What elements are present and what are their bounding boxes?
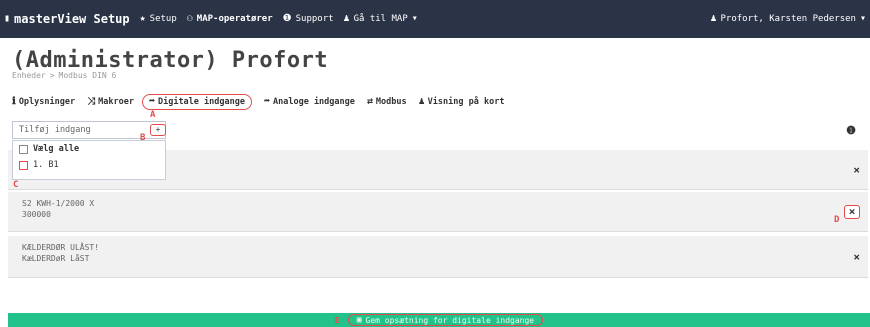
marker-a: A: [150, 110, 156, 120]
arrow-icon: ➦: [148, 96, 155, 107]
help-icon[interactable]: ❶: [846, 124, 856, 137]
remove-icon[interactable]: ×: [853, 163, 860, 176]
tab-visning-paa-kort[interactable]: ♟ Visning på kort: [418, 96, 505, 108]
people-icon: ♟: [418, 96, 425, 107]
breadcrumb: Enheder > Modbus DIN 6: [12, 71, 116, 80]
breadcrumb-item-current: Modbus DIN 6: [58, 71, 117, 80]
list-item: S2 KWH-1/2000 X 300000 ×: [8, 192, 868, 232]
nav-item-map-operators[interactable]: ⚇ MAP-operatører: [186, 13, 273, 25]
remove-icon[interactable]: ×: [853, 250, 860, 263]
brand-label: masterView Setup: [14, 12, 130, 26]
checkbox[interactable]: [19, 144, 28, 154]
nav-item-go-to-map[interactable]: ♟ Gå til MAP ▾: [343, 13, 418, 25]
tab-makroer[interactable]: ⤨ Makroer: [87, 96, 134, 108]
user-name: Profort, Karsten Pedersen: [720, 14, 856, 24]
tab-modbus[interactable]: ⇄ Modbus: [366, 96, 407, 108]
user-menu[interactable]: ♟ Profort, Karsten Pedersen ▾: [710, 0, 866, 38]
save-button[interactable]: ▣ Gem opsætning for digitale indgange: [347, 314, 544, 326]
shuffle-icon: ⤨: [87, 96, 96, 107]
brand-icon: ▮: [4, 13, 11, 24]
marker-e: E: [334, 315, 340, 325]
list-item: KÆLDERDØR ULÅST! KæLDERDøR LåST ×: [8, 236, 868, 278]
user-icon: ♟: [710, 13, 717, 24]
marker-c: C: [13, 180, 19, 190]
breadcrumb-item-devices[interactable]: Enheder: [12, 71, 46, 80]
nav-item-support[interactable]: ❶ Support: [282, 13, 334, 25]
caret-down-icon: ▾: [859, 13, 866, 24]
star-icon: ★: [139, 13, 146, 24]
save-bar: E ▣ Gem opsætning for digitale indgange: [8, 313, 870, 327]
breadcrumb-separator: >: [49, 71, 55, 80]
tab-digitale-indgange[interactable]: ➦ Digitale indgange: [141, 94, 252, 110]
tab-bar: ℹ Oplysninger ⤨ Makroer ➦ Digitale indga…: [12, 92, 516, 112]
page-title: (Administrator) Profort: [12, 48, 329, 73]
group-icon: ⚇: [186, 13, 193, 24]
remove-icon[interactable]: ×: [844, 204, 860, 219]
top-navbar: ▮ masterView Setup ★ Setup ⚇ MAP-operatø…: [0, 0, 870, 38]
exchange-icon: ⇄: [366, 96, 373, 107]
tab-oplysninger[interactable]: ℹ Oplysninger: [12, 96, 75, 108]
info-icon: ❶: [282, 13, 292, 24]
people-icon: ♟: [343, 13, 350, 24]
marker-d: D: [834, 215, 840, 225]
tab-analoge-indgange[interactable]: ➦ Analoge indgange: [263, 96, 355, 108]
save-icon: ▣: [356, 315, 362, 324]
add-input-placeholder: Tilføj indgang: [19, 125, 91, 135]
dropdown-option[interactable]: 1. B1: [13, 157, 165, 173]
caret-down-icon: ▾: [411, 13, 418, 24]
info-icon: ℹ: [12, 96, 16, 107]
input-dropdown: Vælg alle 1. B1: [12, 140, 166, 180]
checkbox[interactable]: [19, 160, 28, 170]
brand[interactable]: ▮ masterView Setup: [0, 12, 130, 26]
select-all-option[interactable]: Vælg alle: [13, 141, 165, 157]
nav-item-setup[interactable]: ★ Setup: [139, 13, 177, 25]
arrow-icon: ➦: [263, 96, 270, 107]
add-input-button[interactable]: +: [150, 124, 166, 136]
